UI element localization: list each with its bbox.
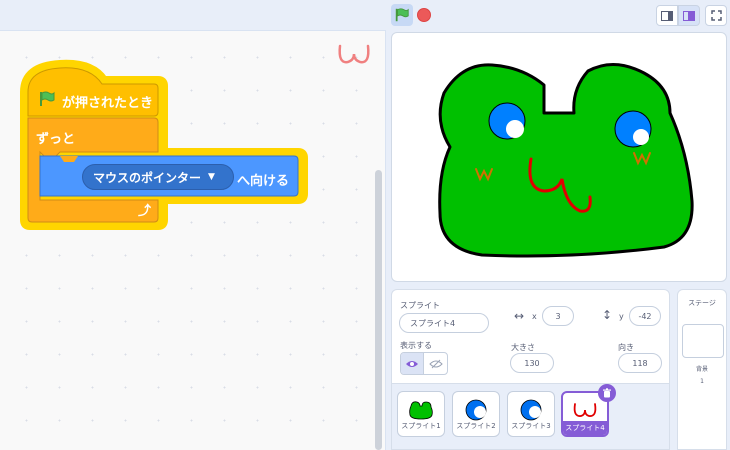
eye-icon [406,360,418,367]
sprite-tile[interactable]: スプライト1 [397,391,445,437]
fullscreen-button[interactable] [705,5,727,26]
large-stage-button[interactable] [678,5,700,26]
size-field[interactable]: 130 [510,353,554,373]
frog-sprite-icon [438,63,694,258]
sprite-tile-name: スプライト4 [563,421,607,435]
omega-mouth-icon [573,402,597,417]
y-label: y [619,312,624,321]
frog-icon [409,400,433,419]
green-flag-icon [40,91,55,106]
stage-pane-header: ステージ [688,299,716,307]
script-blocks-shape [20,59,308,230]
stop-button[interactable] [417,8,431,22]
sprite-tile[interactable]: スプライト3 [507,391,555,437]
sprite-tile-name: スプライト2 [456,422,496,430]
sprite-header-label: スプライト [400,301,440,310]
eye-off-icon [428,359,443,368]
show-label: 表示する [400,341,432,350]
x-label: x [532,312,537,321]
y-position-icon: ↕ [602,308,613,322]
sprite-tile[interactable]: スプライト2 [452,391,500,437]
sprite-tile-name: スプライト3 [511,422,551,430]
fullscreen-icon [710,10,722,21]
show-toggle[interactable] [400,352,448,375]
show-visible-button[interactable] [401,353,425,374]
stage-canvas[interactable] [391,32,727,282]
backdrops-label: 背景 [695,366,708,373]
small-stage-icon [661,10,673,21]
dropdown-arrow-icon: ▼ [208,172,215,182]
when-flag-clicked-label: が押されたとき [62,96,154,111]
backdrops-count: 1 [700,378,704,385]
direction-label: 向き [618,343,634,352]
loop-arrow-icon: ⤴ [138,204,152,219]
y-field[interactable]: -42 [629,306,661,326]
crescent-icon [520,399,542,420]
trash-icon [603,388,611,398]
delete-sprite-button[interactable] [598,384,616,402]
x-field[interactable]: 3 [542,306,574,326]
crescent-icon [465,399,487,420]
green-flag-icon [395,8,409,22]
towards-dropdown[interactable]: マウスのポインター ▼ [82,164,234,190]
stage-pane[interactable]: ステージ 背景 1 [677,289,727,450]
direction-field[interactable]: 118 [618,353,662,373]
size-label: 大きさ [511,343,535,352]
towards-dropdown-value: マウスのポインター [93,170,202,185]
green-flag-button[interactable] [391,4,413,26]
forever-label: ずっと [36,132,76,147]
stage-thumbnail[interactable] [682,324,724,358]
sprite-name-field[interactable]: スプライト4 [399,313,489,333]
point-towards-label: へ向ける [237,174,290,189]
large-stage-icon [683,10,695,21]
sprite-tile-name: スプライト1 [401,422,441,430]
x-position-icon: ↔ [514,309,525,323]
small-stage-button[interactable] [656,5,678,26]
show-hidden-button[interactable] [424,353,447,374]
